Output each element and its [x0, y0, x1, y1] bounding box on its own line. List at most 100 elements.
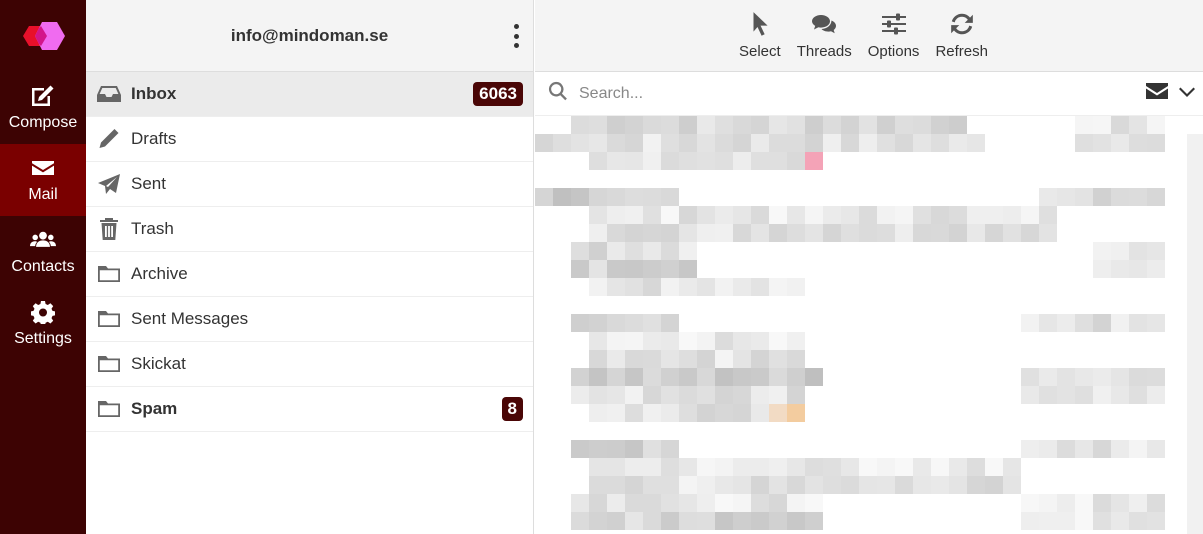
folder-pane: info@mindoman.se Inbox 6063 Drafts Sent … — [86, 0, 534, 534]
folder-drafts[interactable]: Drafts — [86, 117, 533, 162]
folder-skickat[interactable]: Skickat — [86, 342, 533, 387]
blurred-pixel — [643, 152, 661, 170]
refresh-button[interactable]: Refresh — [929, 11, 994, 71]
blurred-pixel — [877, 476, 895, 494]
search-bar — [535, 72, 1203, 116]
blurred-pixel — [607, 368, 625, 386]
blurred-pixel — [913, 206, 931, 224]
blurred-pixel — [715, 476, 733, 494]
folder-spam[interactable]: Spam 8 — [86, 387, 533, 432]
blurred-pixel — [1039, 494, 1057, 512]
folder-sent-messages[interactable]: Sent Messages — [86, 297, 533, 342]
blurred-pixel — [661, 242, 679, 260]
blurred-pixel — [1021, 224, 1039, 242]
blurred-pixel — [751, 512, 769, 530]
blurred-pixel — [769, 458, 787, 476]
blurred-pixel — [751, 116, 769, 134]
blurred-pixel — [715, 224, 733, 242]
options-button[interactable]: Options — [862, 11, 926, 71]
blurred-pixel — [751, 134, 769, 152]
blurred-pixel — [769, 206, 787, 224]
blurred-pixel — [679, 116, 697, 134]
search-input[interactable] — [579, 84, 1145, 103]
blurred-pixel — [769, 278, 787, 296]
threads-button[interactable]: Threads — [791, 11, 858, 71]
blurred-pixel — [1021, 206, 1039, 224]
search-scope-button[interactable] — [1145, 81, 1169, 106]
blurred-pixel — [607, 404, 625, 422]
folder-inbox[interactable]: Inbox 6063 — [86, 72, 533, 117]
blurred-pixel — [625, 242, 643, 260]
blurred-pixel — [787, 350, 805, 368]
blurred-pixel — [589, 278, 607, 296]
blurred-pixel — [643, 224, 661, 242]
blurred-pixel — [751, 458, 769, 476]
blurred-pixel — [751, 278, 769, 296]
account-menu-button[interactable] — [509, 22, 523, 50]
blurred-pixel — [1111, 386, 1129, 404]
blurred-pixel — [805, 134, 823, 152]
blurred-pixel — [1039, 188, 1057, 206]
blurred-pixel — [769, 116, 787, 134]
blurred-pixel — [643, 440, 661, 458]
blurred-pixel — [733, 512, 751, 530]
nav-mail[interactable]: Mail — [0, 144, 86, 216]
blurred-pixel — [625, 332, 643, 350]
blurred-pixel — [715, 152, 733, 170]
blurred-pixel — [697, 350, 715, 368]
blurred-pixel — [733, 350, 751, 368]
blurred-pixel — [625, 152, 643, 170]
blurred-pixel — [769, 152, 787, 170]
blurred-pixel — [643, 404, 661, 422]
blurred-pixel — [805, 224, 823, 242]
blurred-pixel — [1093, 134, 1111, 152]
nav-settings[interactable]: Settings — [0, 288, 86, 360]
blurred-pixel — [625, 386, 643, 404]
nav-contacts[interactable]: Contacts — [0, 216, 86, 288]
blurred-pixel — [625, 278, 643, 296]
blurred-pixel — [553, 134, 571, 152]
blurred-pixel — [1147, 134, 1165, 152]
folder-trash[interactable]: Trash — [86, 207, 533, 252]
search-icon — [548, 81, 567, 101]
blurred-pixel — [589, 314, 607, 332]
message-list-scrollbar[interactable] — [1187, 134, 1203, 534]
blurred-pixel — [715, 512, 733, 530]
blurred-pixel — [985, 476, 1003, 494]
blurred-pixel — [985, 206, 1003, 224]
nav-compose[interactable]: Compose — [0, 72, 86, 144]
blurred-pixel — [715, 350, 733, 368]
blurred-pixel — [787, 368, 805, 386]
blurred-pixel — [589, 476, 607, 494]
blurred-pixel — [679, 260, 697, 278]
blurred-pixel — [679, 152, 697, 170]
blurred-pixel — [661, 206, 679, 224]
message-list[interactable] — [535, 116, 1203, 534]
app-logo[interactable] — [0, 0, 86, 72]
blurred-pixel — [733, 404, 751, 422]
search-options-toggle[interactable] — [1169, 84, 1203, 103]
blurred-pixel — [1003, 224, 1021, 242]
blurred-pixel — [1021, 314, 1039, 332]
blurred-pixel — [607, 134, 625, 152]
blurred-pixel — [679, 242, 697, 260]
blurred-pixel — [661, 494, 679, 512]
folder-sent[interactable]: Sent — [86, 162, 533, 207]
folder-name: Drafts — [131, 129, 177, 148]
blurred-pixel — [535, 134, 553, 152]
blurred-pixel — [589, 206, 607, 224]
folder-archive[interactable]: Archive — [86, 252, 533, 297]
blurred-pixel — [949, 206, 967, 224]
cursor-icon — [753, 12, 768, 36]
blurred-pixel — [1147, 314, 1165, 332]
blurred-pixel — [625, 350, 643, 368]
blurred-pixel — [697, 458, 715, 476]
blurred-pixel — [859, 206, 877, 224]
toolbar-label: Threads — [796, 43, 852, 60]
blurred-pixel — [751, 404, 769, 422]
blurred-pixel — [589, 188, 607, 206]
kebab-dot-icon — [513, 24, 519, 29]
blurred-pixel — [751, 368, 769, 386]
blurred-pixel — [1129, 134, 1147, 152]
select-button[interactable]: Select — [733, 11, 787, 71]
